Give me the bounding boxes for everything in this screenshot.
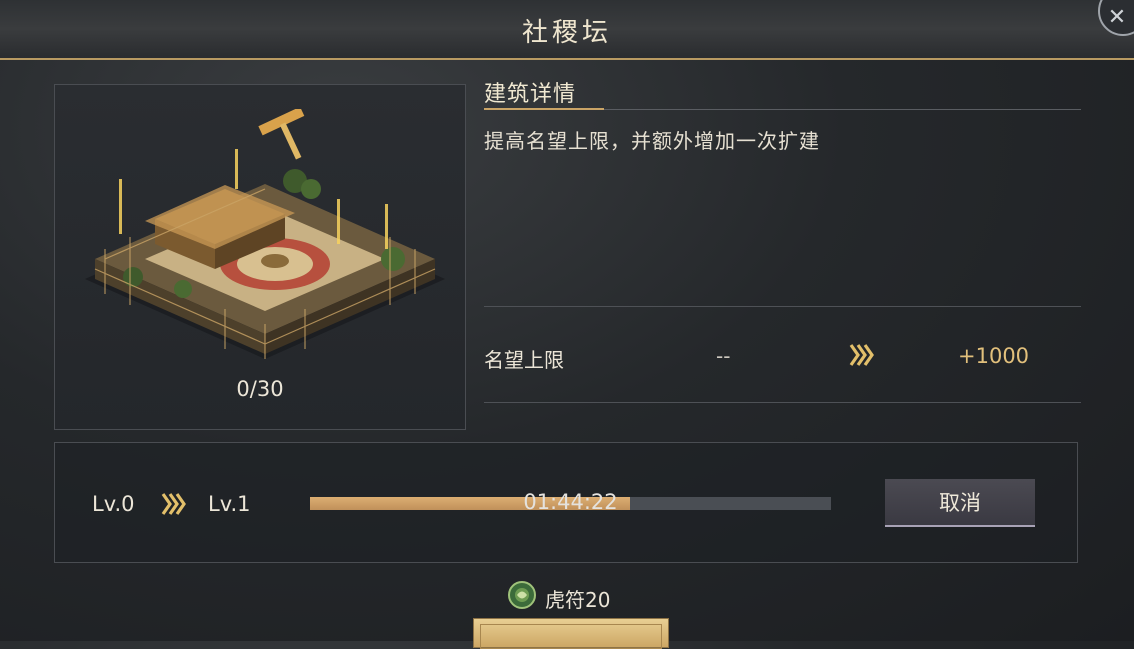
- divider: [484, 402, 1081, 403]
- current-level: Lv.0: [92, 492, 135, 516]
- building-image-panel: 0/30: [54, 84, 466, 430]
- stat-name: 名望上限: [484, 348, 564, 372]
- stat-next-value: +1000: [958, 344, 1030, 368]
- close-icon: ✕: [1107, 4, 1127, 30]
- speed-up-button[interactable]: [473, 618, 669, 649]
- construction-progress: 0/30: [236, 377, 284, 401]
- cancel-button[interactable]: 取消: [885, 479, 1035, 527]
- title-bar: 社稷坛 ✕: [0, 0, 1134, 60]
- building-illustration: [85, 109, 445, 359]
- upgrade-timer: 01:44:22: [523, 490, 618, 514]
- tiger-tally-icon: [508, 581, 536, 609]
- divider: [484, 306, 1081, 307]
- details-heading: 建筑详情: [484, 82, 577, 107]
- heading-underline: [484, 108, 604, 110]
- cost-label: 虎符20: [545, 588, 611, 612]
- page-title: 社稷坛: [521, 18, 612, 48]
- building-description: 提高名望上限，并额外增加一次扩建: [484, 129, 820, 153]
- divider: [604, 109, 1081, 110]
- triple-chevron-right-icon: [161, 493, 186, 515]
- stat-current-value: --: [716, 344, 731, 368]
- triple-chevron-right-icon: [849, 344, 874, 366]
- target-level: Lv.1: [208, 492, 251, 516]
